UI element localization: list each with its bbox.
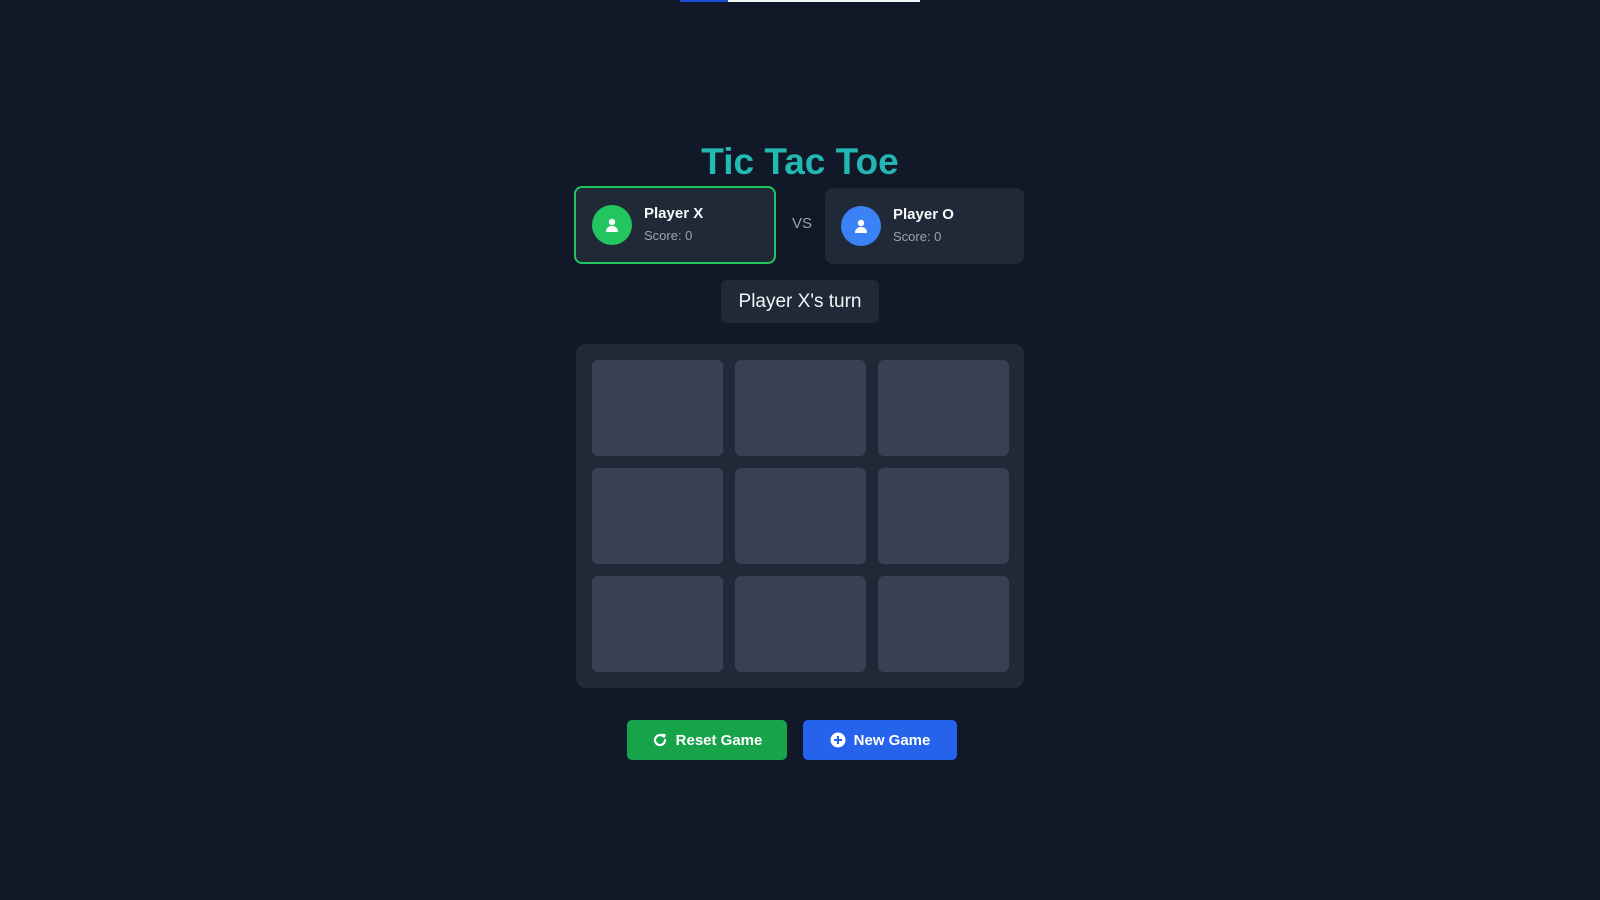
board-cell-8[interactable] xyxy=(735,576,866,672)
redo-icon xyxy=(653,733,666,747)
players-panel: Player X Score: 0 VS Player O Score: 0 xyxy=(574,186,1024,266)
board-cell-4[interactable] xyxy=(592,468,723,564)
board-cell-6[interactable] xyxy=(878,468,1009,564)
board-cell-3[interactable] xyxy=(878,360,1009,456)
board-cell-5[interactable] xyxy=(735,468,866,564)
game-board xyxy=(576,344,1024,688)
player-score: Score: 0 xyxy=(644,228,693,243)
player-info: Player O Score: 0 xyxy=(893,205,954,247)
avatar xyxy=(841,206,881,246)
avatar xyxy=(592,205,632,245)
board-cell-2[interactable] xyxy=(735,360,866,456)
player-card-o: Player O Score: 0 xyxy=(825,188,1024,264)
player-info: Player X Score: 0 xyxy=(644,204,703,246)
board-cell-9[interactable] xyxy=(878,576,1009,672)
game-page: Tic Tac Toe Player X Score: 0 VS Player … xyxy=(0,0,1600,900)
reset-game-button[interactable]: Reset Game xyxy=(627,720,787,760)
board-cell-7[interactable] xyxy=(592,576,723,672)
turn-indicator: Player X's turn xyxy=(721,280,879,323)
player-name: Player X xyxy=(644,205,704,222)
user-icon xyxy=(855,219,867,233)
player-card-x: Player X Score: 0 xyxy=(574,186,776,264)
new-game-button[interactable]: New Game xyxy=(803,720,957,760)
game-title: Tic Tac Toe xyxy=(0,138,1600,186)
game-actions: Reset Game New Game xyxy=(0,720,1600,760)
user-icon xyxy=(606,218,618,232)
new-game-label: New Game xyxy=(853,731,931,749)
top-progress-bar xyxy=(680,0,920,2)
player-name: Player O xyxy=(893,206,954,223)
board-cell-1[interactable] xyxy=(592,360,723,456)
reset-game-label: Reset Game xyxy=(675,731,763,749)
vs-label: VS xyxy=(791,215,812,232)
top-progress-fill xyxy=(680,0,728,2)
player-score: Score: 0 xyxy=(893,229,942,244)
plus-circle-icon xyxy=(830,732,846,748)
